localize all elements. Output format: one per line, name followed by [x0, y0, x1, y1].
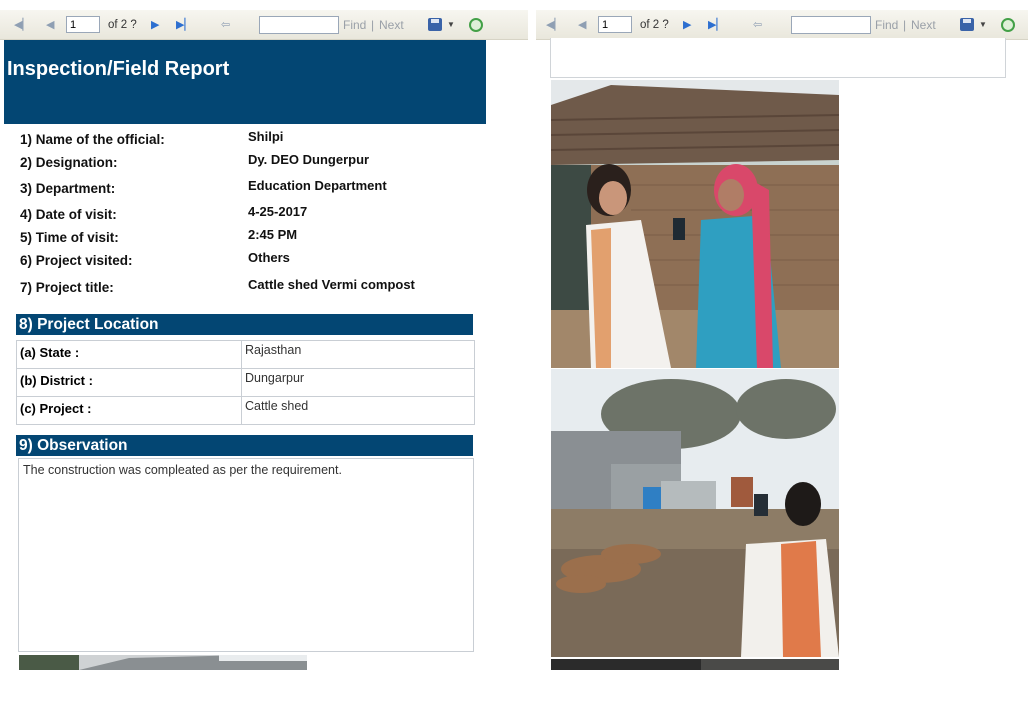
- field-label: 3) Department:: [20, 181, 116, 196]
- project-location-table: (a) State : Rajasthan (b) District : Dun…: [16, 340, 475, 425]
- toolbar-separator: |: [371, 17, 375, 32]
- first-page-icon[interactable]: ◀▏: [546, 10, 563, 39]
- next-page-icon[interactable]: ▶: [151, 10, 159, 39]
- page-number-input[interactable]: [598, 16, 632, 33]
- field-label: 4) Date of visit:: [20, 207, 117, 222]
- toolbar-separator: |: [903, 17, 907, 32]
- save-export-icon[interactable]: [960, 10, 974, 39]
- field-label: 7) Project title:: [20, 280, 114, 295]
- field-value: Education Department: [248, 178, 387, 193]
- find-input[interactable]: [259, 15, 339, 34]
- chevron-down-icon[interactable]: ▼: [447, 10, 455, 39]
- field-value: Cattle shed Vermi compost: [248, 277, 415, 292]
- report-toolbar: ◀▏ ◀ of 2 ? ▶ ▶▏ ⇦ Find | Next ▼: [536, 10, 1028, 40]
- observation-text: The construction was compleated as per t…: [23, 463, 342, 477]
- refresh-icon[interactable]: [469, 10, 483, 39]
- site-photo: [551, 369, 839, 657]
- page-number-input[interactable]: [66, 16, 100, 33]
- field-label: 1) Name of the official:: [20, 132, 165, 147]
- next-page-icon[interactable]: ▶: [683, 10, 691, 39]
- table-row: (a) State : Rajasthan: [16, 340, 475, 369]
- last-page-icon[interactable]: ▶▏: [176, 10, 193, 39]
- field-value: 4-25-2017: [248, 204, 308, 219]
- chevron-down-icon[interactable]: ▼: [979, 10, 987, 39]
- report-header: Inspection/Field Report: [4, 40, 486, 124]
- observation-heading: 9) Observation: [16, 435, 473, 456]
- last-page-icon[interactable]: ▶▏: [708, 10, 725, 39]
- find-next-link[interactable]: Next: [911, 10, 936, 39]
- field-value: Shilpi: [248, 129, 284, 144]
- previous-page-icon[interactable]: ◀: [578, 10, 586, 39]
- report-viewer-right: ◀▏ ◀ of 2 ? ▶ ▶▏ ⇦ Find | Next ▼: [536, 0, 1028, 710]
- field-value: 2:45 PM: [248, 227, 298, 242]
- field-label: 6) Project visited:: [20, 253, 133, 268]
- location-key: (c) Project :: [16, 396, 242, 425]
- page-count: of 2 ?: [640, 18, 669, 31]
- table-row: (b) District : Dungarpur: [16, 368, 475, 397]
- report-title: Inspection/Field Report: [7, 58, 230, 80]
- location-value: Dungarpur: [241, 368, 475, 397]
- first-page-icon[interactable]: ◀▏: [14, 10, 31, 39]
- location-value: Cattle shed: [241, 396, 475, 425]
- page-count: of 2 ?: [108, 18, 137, 31]
- location-key: (a) State :: [16, 340, 242, 369]
- field-label: 5) Time of visit:: [20, 230, 119, 245]
- project-location-heading: 8) Project Location: [16, 314, 473, 335]
- find-next-link[interactable]: Next: [379, 10, 404, 39]
- photo-preview: [551, 658, 839, 670]
- field-value: Others: [248, 250, 290, 265]
- back-icon[interactable]: ⇦: [221, 10, 230, 39]
- previous-page-icon[interactable]: ◀: [46, 10, 54, 39]
- find-input[interactable]: [791, 15, 871, 34]
- find-link[interactable]: Find: [875, 10, 898, 39]
- report-viewer-left: ◀▏ ◀ of 2 ? ▶ ▶▏ ⇦ Find | Next ▼ Inspect…: [0, 0, 528, 710]
- report-toolbar: ◀▏ ◀ of 2 ? ▶ ▶▏ ⇦ Find | Next ▼: [0, 10, 528, 40]
- location-key: (b) District :: [16, 368, 242, 397]
- observation-box-continued: [550, 38, 1006, 78]
- find-link[interactable]: Find: [343, 10, 366, 39]
- save-export-icon[interactable]: [428, 10, 442, 39]
- observation-box: The construction was compleated as per t…: [18, 458, 474, 652]
- photo-preview: [19, 655, 307, 670]
- refresh-icon[interactable]: [1001, 10, 1015, 39]
- field-label: 2) Designation:: [20, 155, 118, 170]
- table-row: (c) Project : Cattle shed: [16, 396, 475, 425]
- back-icon[interactable]: ⇦: [753, 10, 762, 39]
- field-value: Dy. DEO Dungerpur: [248, 152, 370, 167]
- site-photo: [551, 80, 839, 368]
- location-value: Rajasthan: [241, 340, 475, 369]
